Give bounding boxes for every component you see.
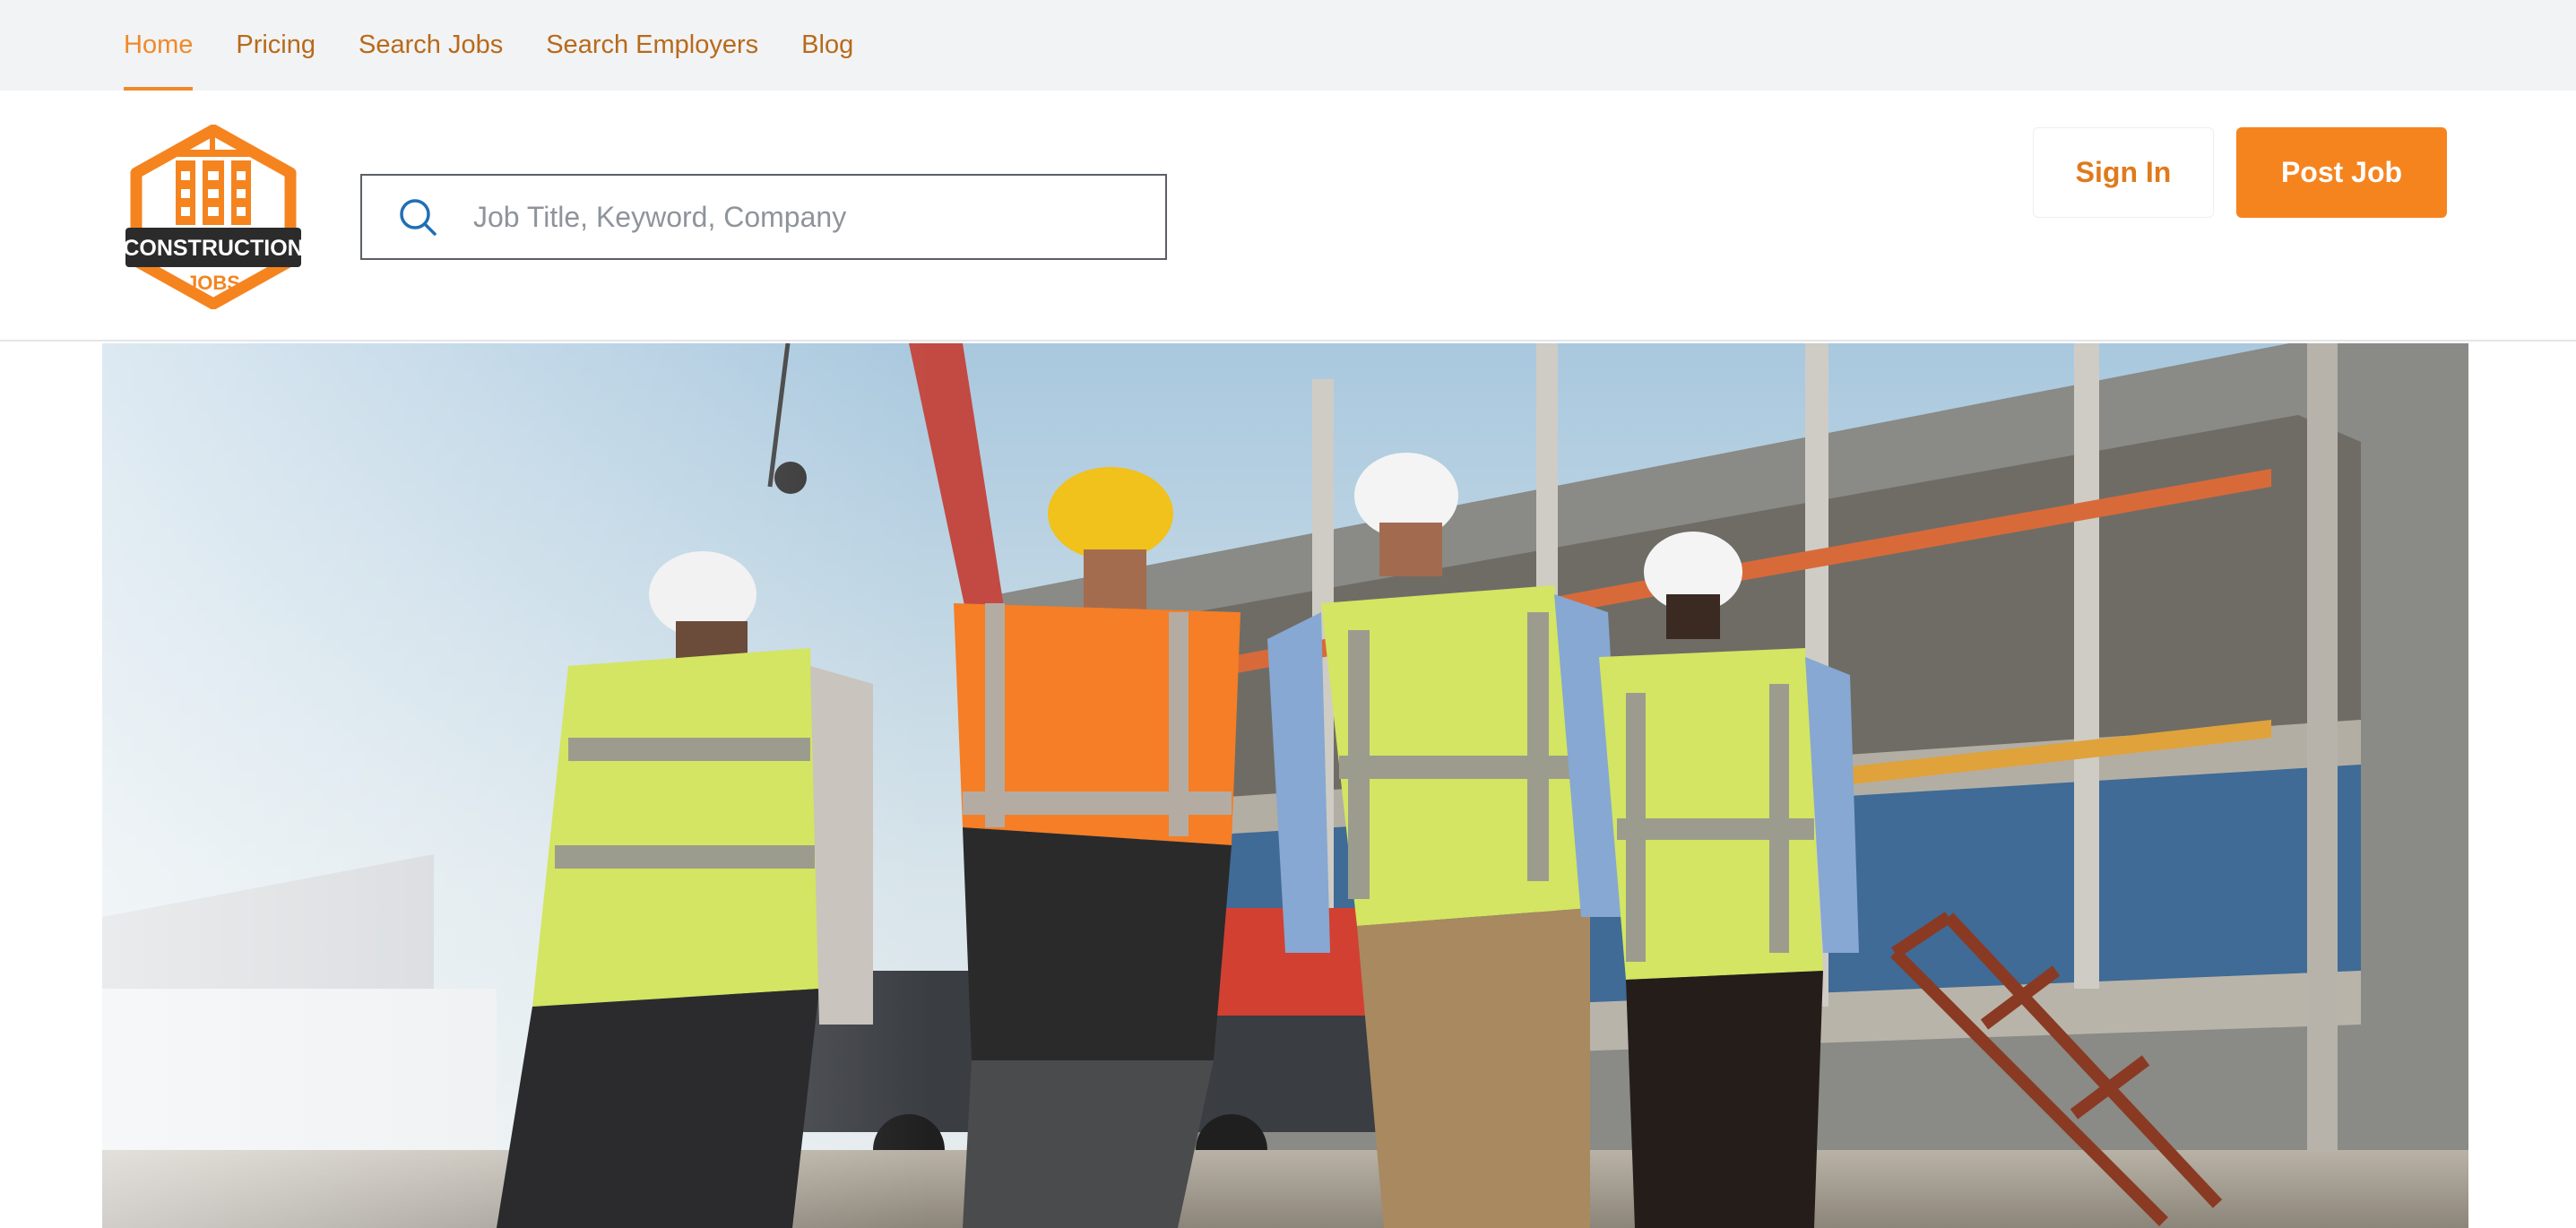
nav-item-home[interactable]: Home bbox=[124, 0, 194, 91]
nav-item-search-jobs[interactable]: Search Jobs bbox=[359, 0, 503, 91]
post-job-button[interactable]: Post Job bbox=[2236, 127, 2447, 218]
nav-item-search-employers[interactable]: Search Employers bbox=[546, 0, 758, 91]
hero-image bbox=[102, 343, 2468, 1228]
logo-text-line2: JOBS bbox=[186, 272, 240, 294]
nav-item-blog[interactable]: Blog bbox=[801, 0, 853, 91]
search-bar bbox=[360, 174, 1167, 260]
search-input[interactable] bbox=[473, 200, 1154, 234]
building-hexagon-logo-icon: CONSTRUCTION JOBS bbox=[123, 124, 304, 310]
sign-in-button[interactable]: Sign In bbox=[2033, 127, 2214, 218]
logo-text-line1: CONSTRUCTION bbox=[124, 236, 303, 261]
construction-site-photo bbox=[102, 343, 2468, 1228]
search-icon[interactable] bbox=[398, 197, 437, 237]
site-header: CONSTRUCTION JOBS Sign In Post Job bbox=[0, 91, 2576, 342]
top-nav: Home Pricing Search Jobs Search Employer… bbox=[0, 0, 2576, 91]
nav-item-pricing[interactable]: Pricing bbox=[236, 0, 316, 91]
nav-list: Home Pricing Search Jobs Search Employer… bbox=[124, 0, 896, 91]
construction-jobs-logo[interactable]: CONSTRUCTION JOBS bbox=[123, 124, 304, 310]
